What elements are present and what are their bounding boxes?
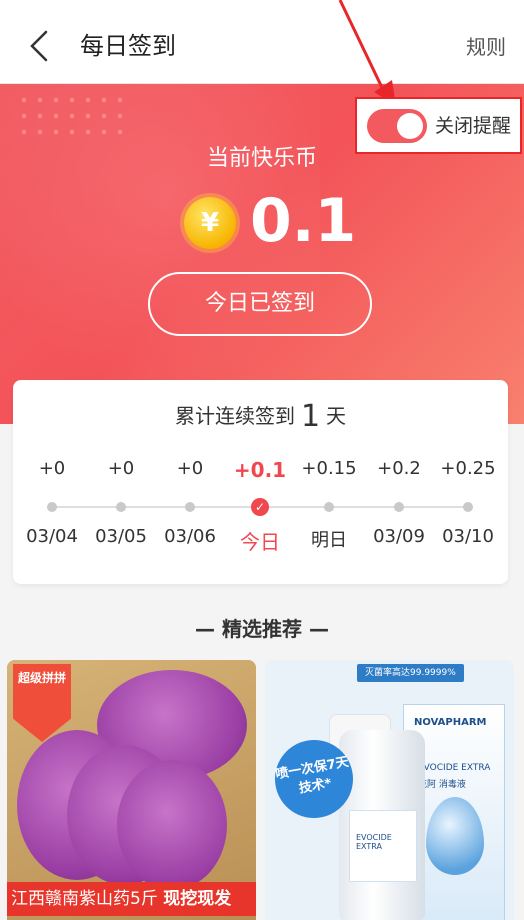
progress-dot: [463, 502, 473, 512]
progress-dot: [394, 502, 404, 512]
reward-day-7: +0.25: [440, 458, 496, 479]
product-card-disinfectant[interactable]: 灭菌率高达99.9999% NOVAPHARM EVOCIDE EXTRA 克阿…: [265, 660, 514, 920]
product-name: 江西赣南紫山药5斤: [11, 889, 158, 909]
balance-row: ¥ 0.1: [0, 185, 524, 265]
page-title: 每日签到: [80, 32, 176, 60]
rules-link[interactable]: 规则: [466, 32, 506, 62]
product-stamp: 灭菌率高达99.9999%: [357, 664, 464, 682]
reward-day-3: +0: [176, 458, 204, 479]
signed-in-button[interactable]: 今日已签到: [148, 272, 372, 336]
reminder-label: 关闭提醒: [435, 115, 512, 137]
balance-title: 当前快乐币: [206, 146, 317, 171]
progress-dot: [47, 502, 57, 512]
date-day-3: 03/06: [164, 526, 216, 547]
spray-bottle: EVOCIDE EXTRA: [339, 730, 425, 920]
reward-day-1: +0: [38, 458, 66, 479]
decorative-dots: [16, 92, 126, 142]
product-caption: 江西赣南紫山药5斤 现挖现发: [7, 882, 256, 916]
reward-day-2: +0: [107, 458, 135, 479]
progress-dot: [185, 502, 195, 512]
status-bar: [0, 0, 524, 8]
section-title: — 精选推荐 —: [195, 617, 329, 641]
water-drop-icon: [426, 797, 484, 875]
nav-bar: 每日签到 规则: [0, 8, 524, 84]
date-day-7: 03/10: [442, 526, 494, 547]
reward-day-6: +0.2: [377, 458, 421, 479]
toggle-knob: [397, 113, 423, 139]
reward-day-5: +0.15: [301, 458, 357, 479]
streak-text: 累计连续签到 1 天: [13, 396, 508, 437]
date-tomorrow: 明日: [311, 530, 347, 551]
streak-prefix: 累计连续签到: [174, 404, 295, 428]
progress-dot: [324, 502, 334, 512]
streak-card: 累计连续签到 1 天 +0 +0 +0 +0.1 +0.15 +0.2 +0.25 …: [13, 380, 508, 584]
bottle-label-text: EVOCIDE EXTRA: [356, 833, 392, 851]
progress-dot: [116, 502, 126, 512]
yam-slice: [117, 760, 227, 890]
date-day-1: 03/04: [26, 526, 78, 547]
reward-today: +0.1: [233, 458, 287, 482]
date-day-2: 03/05: [95, 526, 147, 547]
date-day-6: 03/09: [373, 526, 425, 547]
back-arrow-icon[interactable]: [26, 28, 56, 64]
streak-suffix: 天: [326, 404, 347, 428]
product-card-yam[interactable]: 超级拼拼 江西赣南紫山药5斤 现挖现发: [7, 660, 256, 920]
bottle-label: EVOCIDE EXTRA: [349, 810, 417, 882]
check-icon: ✓: [251, 498, 269, 516]
balance-value: 0.1: [250, 186, 357, 256]
date-today: 今日: [240, 530, 280, 554]
product-tag: 现挖现发: [163, 889, 232, 909]
reminder-toggle[interactable]: [367, 109, 427, 143]
pointer-arrow-icon: [338, 0, 396, 106]
product-box-name: EVOCIDE EXTRA: [418, 763, 491, 773]
streak-days: 1: [300, 399, 321, 434]
product-brand: NOVAPHARM: [414, 717, 487, 728]
product-box-sub: 克阿 消毒液: [418, 780, 466, 790]
coin-icon: ¥: [184, 197, 236, 249]
